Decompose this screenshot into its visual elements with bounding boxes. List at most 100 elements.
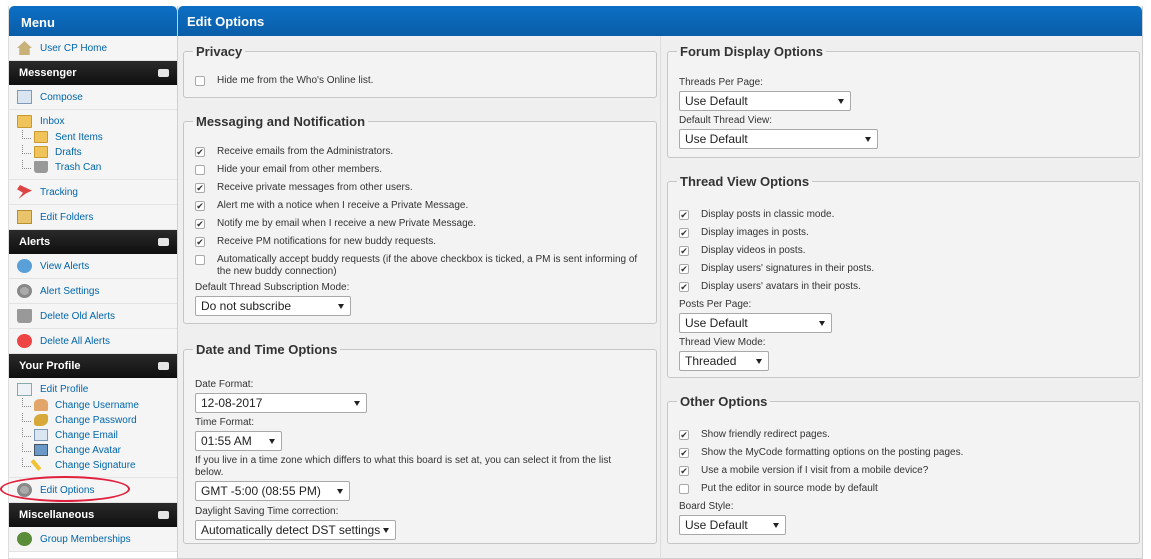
chevron-down-icon [819,321,825,326]
envelope-icon [34,429,48,441]
privacy-legend: Privacy [196,44,243,59]
posts-per-page-select[interactable]: Use Default [679,313,832,333]
checkbox[interactable]: ✔ [679,466,689,476]
folder-icon [34,131,48,143]
sidebar-item-alert-settings[interactable]: Alert Settings [9,279,177,304]
time-format-label: Time Format: [195,417,255,428]
forum-display-fieldset: Forum Display Options Threads Per Page: … [667,44,1140,158]
checkbox[interactable]: ✔ [679,210,689,220]
sidebar-item-change-signature[interactable]: Change Signature [9,458,177,473]
sidebar-item-edit-profile[interactable]: Edit Profile [9,382,177,398]
time-format-select[interactable]: 01:55 AM [195,431,282,451]
pin-icon [17,185,32,199]
checkbox[interactable] [195,255,205,265]
checkbox[interactable] [195,165,205,175]
collapse-icon[interactable] [158,69,169,77]
datetime-fieldset: Date and Time Options Date Format: 12-08… [183,342,657,544]
chevron-down-icon [865,137,871,142]
checkbox[interactable]: ✔ [679,246,689,256]
page-title: Edit Options [178,6,1142,36]
sidebar-item-tracking[interactable]: Tracking [9,180,177,205]
user-icon [34,399,48,411]
checkbox[interactable]: ✔ [195,147,205,157]
threads-per-page-select[interactable]: Use Default [679,91,851,111]
messaging-fieldset: Messaging and Notification ✔ Receive ema… [183,114,657,324]
sidebar-item-edit-folders[interactable]: Edit Folders [9,205,177,230]
datetime-legend: Date and Time Options [196,342,338,357]
checkbox[interactable]: ✔ [679,448,689,458]
forum-display-legend: Forum Display Options [680,44,824,59]
thread-view-label: Default Thread View: [679,115,773,126]
section-your-profile[interactable]: Your Profile [9,354,177,378]
section-alerts[interactable]: Alerts [9,230,177,254]
sidebar-item-trash-can[interactable]: Trash Can [9,160,177,175]
timezone-note: If you live in a time zone which differs… [195,455,612,478]
thread-view-select[interactable]: Use Default [679,129,878,149]
usercp-sidebar: Menu User CP Home Messenger Compose Inbo… [8,6,178,559]
dst-select[interactable]: Automatically detect DST settings [195,520,396,540]
chevron-down-icon [773,523,779,528]
sidebar-item-compose[interactable]: Compose [9,85,177,110]
checkbox[interactable] [195,76,205,86]
sidebar-item-view-alerts[interactable]: View Alerts [9,254,177,279]
collapse-icon[interactable] [158,362,169,370]
envelope-icon [17,90,32,104]
chevron-down-icon [269,439,275,444]
board-style-label: Board Style: [679,501,734,512]
sidebar-item-sent-items[interactable]: Sent Items [9,130,177,145]
subscription-mode-label: Default Thread Subscription Mode: [195,282,350,293]
section-miscellaneous[interactable]: Miscellaneous [9,503,177,527]
folder-icon [34,146,48,158]
sidebar-item-usercp-home[interactable]: User CP Home [9,36,177,61]
checkbox[interactable]: ✔ [195,183,205,193]
checkbox[interactable] [679,484,689,494]
collapse-icon[interactable] [158,238,169,246]
checkbox[interactable]: ✔ [195,237,205,247]
thread-view-mode-label: Thread View Mode: [679,337,766,348]
inbox-folder-tree: Inbox Sent Items Drafts Trash Can [9,110,177,180]
picture-icon [34,444,48,456]
other-options-fieldset: Other Options ✔ Show friendly redirect p… [667,394,1140,544]
sidebar-item-inbox[interactable]: Inbox [9,114,177,130]
sidebar-item-change-email[interactable]: Change Email [9,428,177,443]
chevron-down-icon [354,401,360,406]
date-format-label: Date Format: [195,379,254,390]
collapse-icon[interactable] [158,511,169,519]
group-icon [17,532,32,546]
delete-icon [17,309,32,323]
messaging-legend: Messaging and Notification [196,114,366,129]
timezone-select[interactable]: GMT -5:00 (08:55 PM) [195,481,350,501]
thread-view-legend: Thread View Options [680,174,810,189]
checkbox[interactable]: ✔ [679,282,689,292]
chevron-down-icon [838,99,844,104]
posts-per-page-label: Posts Per Page: [679,299,752,310]
sidebar-item-group-memberships[interactable]: Group Memberships [9,527,177,552]
folder-icon [17,115,32,128]
edit-folder-icon [17,210,32,224]
sidebar-item-delete-all-alerts[interactable]: Delete All Alerts [9,329,177,354]
thread-view-mode-select[interactable]: Threaded [679,351,769,371]
other-options-legend: Other Options [680,394,768,409]
checkbox[interactable]: ✔ [679,228,689,238]
checkbox[interactable]: ✔ [195,219,205,229]
highlight-annotation [0,476,130,502]
date-format-select[interactable]: 12-08-2017 [195,393,367,413]
checkbox[interactable]: ✔ [679,264,689,274]
profile-tree: Edit Profile Change Username Change Pass… [9,378,177,478]
sidebar-item-drafts[interactable]: Drafts [9,145,177,160]
sidebar-title: Menu [9,6,177,36]
checkbox[interactable]: ✔ [679,430,689,440]
delete-circle-icon [17,334,32,348]
sidebar-item-delete-old-alerts[interactable]: Delete Old Alerts [9,304,177,329]
sidebar-item-change-username[interactable]: Change Username [9,398,177,413]
sidebar-item-change-avatar[interactable]: Change Avatar [9,443,177,458]
thread-view-fieldset: Thread View Options ✔ Display posts in c… [667,174,1140,378]
checkbox[interactable]: ✔ [195,201,205,211]
home-icon [17,41,32,55]
chevron-down-icon [756,359,762,364]
board-style-select[interactable]: Use Default [679,515,786,535]
sidebar-item-change-password[interactable]: Change Password [9,413,177,428]
section-messenger[interactable]: Messenger [9,61,177,85]
profile-card-icon [17,383,32,396]
subscription-mode-select[interactable]: Do not subscribe [195,296,351,316]
